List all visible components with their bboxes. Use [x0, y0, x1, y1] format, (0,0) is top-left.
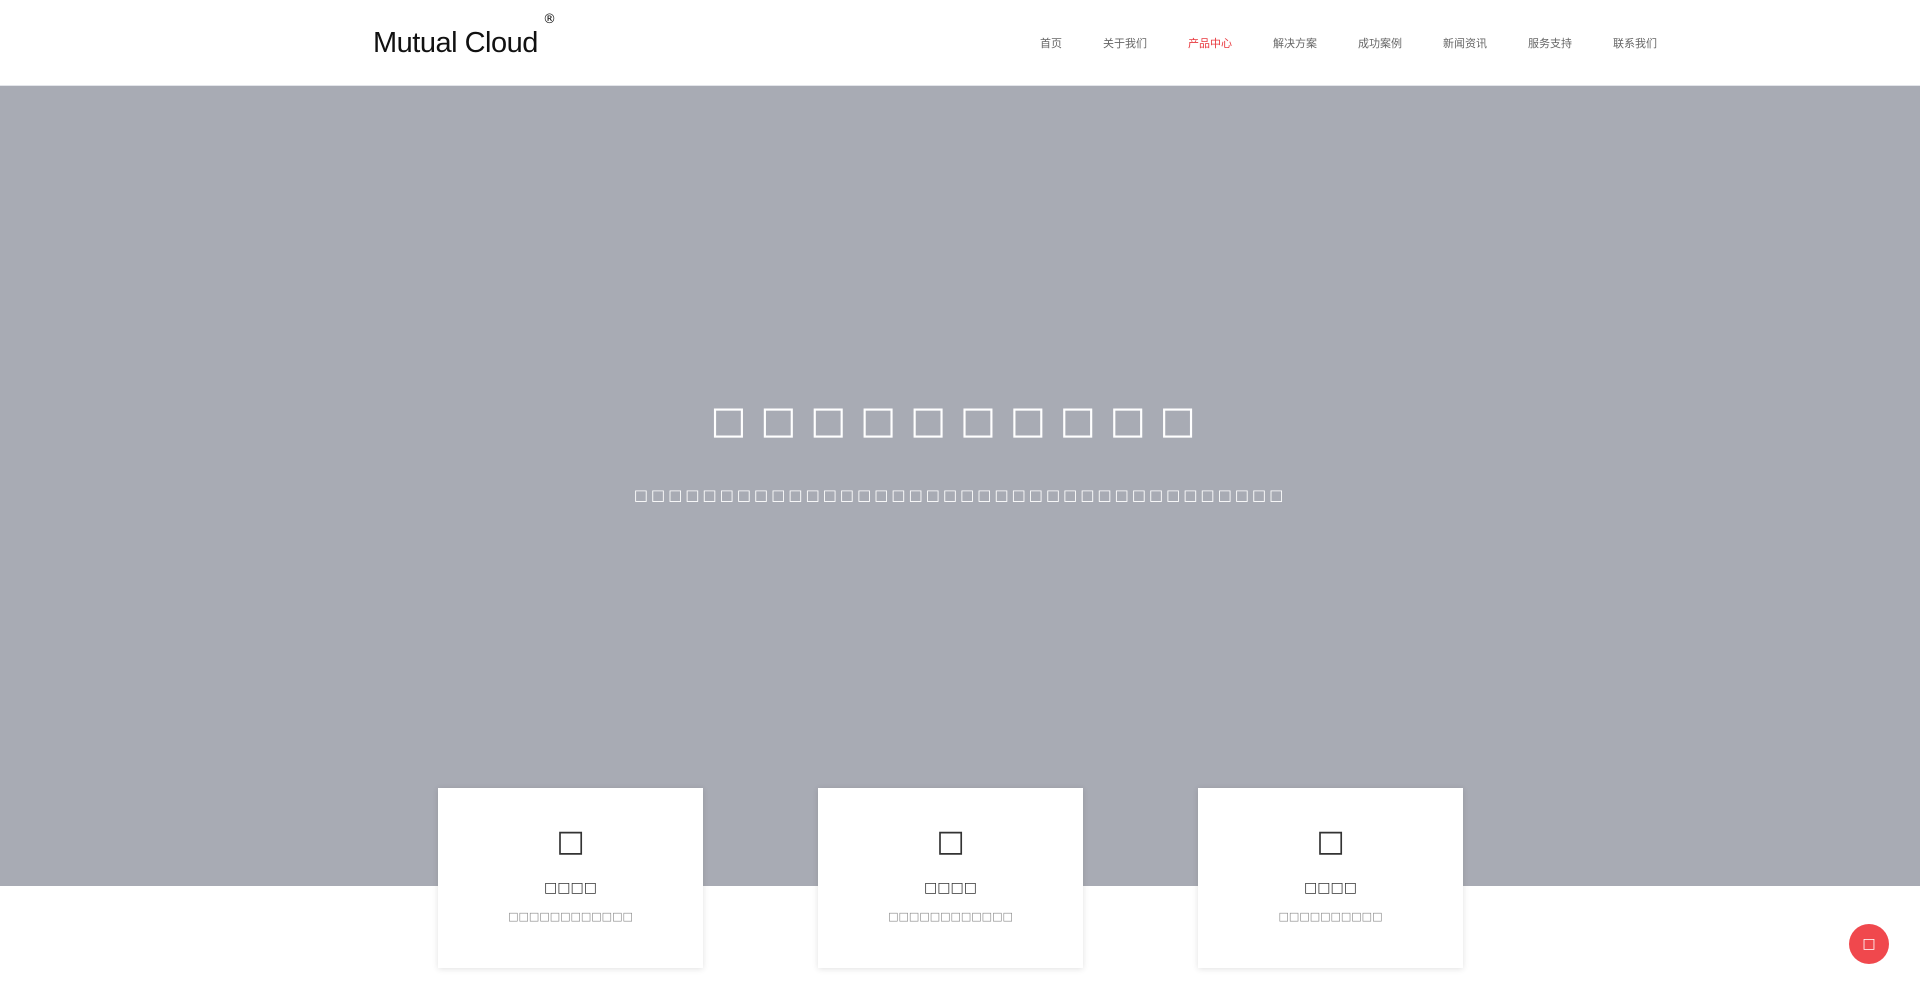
square-placeholder-icon: □: [556, 824, 585, 859]
registered-mark: ®: [543, 12, 556, 27]
hero-banner: □□□□□□□□□□ □□□□□□□□□□□□□□□□□□□□□□□□□□□□□…: [0, 86, 1920, 886]
nav-item-products[interactable]: 产品中心: [1188, 35, 1232, 51]
square-placeholder-icon: □: [936, 824, 965, 859]
arrow-up-icon: □: [1862, 936, 1876, 952]
hero-subtitle: □□□□□□□□□□□□□□□□□□□□□□□□□□□□□□□□□□□□□□: [633, 486, 1287, 504]
feature-card-title: □□□□: [1304, 880, 1357, 896]
page: Mutual Cloud ® 首页 关于我们 产品中心 解决方案 成功案例 新闻…: [0, 0, 1920, 993]
feature-card-title: □□□□: [924, 880, 977, 896]
feature-card-description: □□□□□□□□□□□□: [888, 910, 1013, 923]
hero-title: □□□□□□□□□□: [710, 398, 1210, 442]
feature-card[interactable]: □ □□□□ □□□□□□□□□□□□: [818, 788, 1083, 968]
feature-card[interactable]: □ □□□□ □□□□□□□□□□: [1198, 788, 1463, 968]
square-placeholder-icon: □: [1316, 824, 1345, 859]
feature-card-description: □□□□□□□□□□: [1278, 910, 1383, 923]
nav-item-cases[interactable]: 成功案例: [1358, 35, 1402, 51]
nav-item-home[interactable]: 首页: [1040, 35, 1062, 51]
nav-item-news[interactable]: 新闻资讯: [1443, 35, 1487, 51]
nav-item-contact[interactable]: 联系我们: [1613, 35, 1657, 51]
feature-card-description: □□□□□□□□□□□□: [508, 910, 633, 923]
back-to-top-button[interactable]: □: [1849, 924, 1889, 964]
main-nav: 首页 关于我们 产品中心 解决方案 成功案例 新闻资讯 服务支持 联系我们: [1040, 0, 1698, 86]
nav-item-solutions[interactable]: 解决方案: [1273, 35, 1317, 51]
site-header: Mutual Cloud ® 首页 关于我们 产品中心 解决方案 成功案例 新闻…: [0, 0, 1920, 86]
nav-item-support[interactable]: 服务支持: [1528, 35, 1572, 51]
site-logo[interactable]: Mutual Cloud ®: [373, 13, 556, 59]
feature-card[interactable]: □ □□□□ □□□□□□□□□□□□: [438, 788, 703, 968]
nav-item-about[interactable]: 关于我们: [1103, 35, 1147, 51]
feature-card-title: □□□□: [544, 880, 597, 896]
logo-text: Mutual Cloud: [373, 27, 538, 59]
